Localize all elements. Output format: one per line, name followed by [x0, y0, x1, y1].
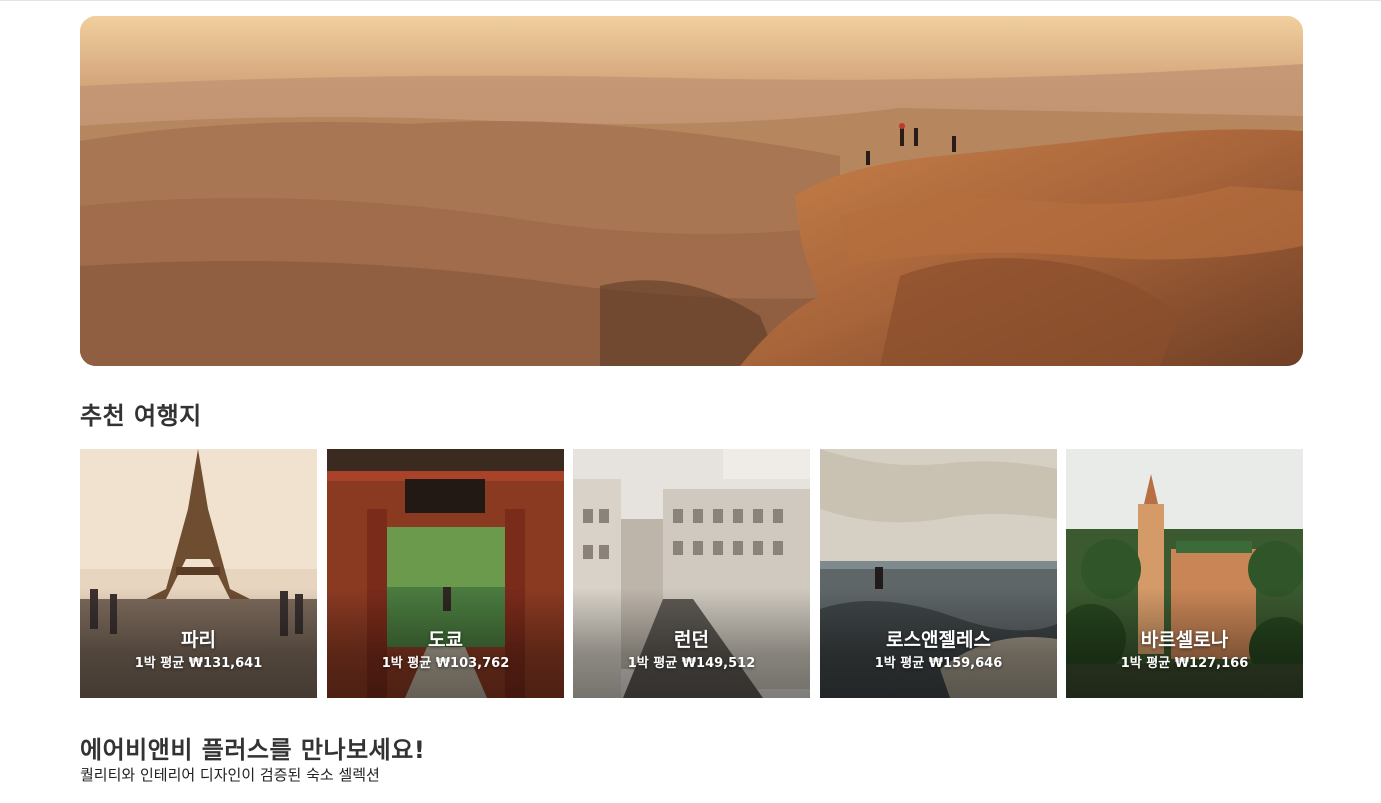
destination-card-barcelona[interactable]: 바르셀로나 1박 평균 ₩127,166	[1066, 449, 1303, 698]
section-title: 추천 여행지	[80, 402, 202, 430]
city-name: 바르셀로나	[1140, 629, 1229, 651]
city-price: 1박 평균 ₩131,641	[134, 656, 263, 671]
city-price: 1박 평균 ₩127,166	[1120, 656, 1249, 671]
destination-card-los-angeles[interactable]: 로스앤젤레스 1박 평균 ₩159,646	[820, 449, 1057, 698]
destination-card-london[interactable]: 런던 1박 평균 ₩149,512	[573, 449, 810, 698]
city-name: 로스앤젤레스	[886, 629, 991, 651]
plus-section-title: 에어비앤비 플러스를 만나보세요!	[80, 736, 426, 764]
hero-image	[80, 16, 1303, 366]
city-price: 1박 평균 ₩149,512	[627, 656, 756, 671]
city-name: 파리	[181, 629, 216, 651]
top-divider	[0, 0, 1381, 1]
plus-section-subtitle: 퀄리티와 인테리어 디자인이 검증된 숙소 셀렉션	[80, 766, 380, 784]
destination-card-tokyo[interactable]: 도쿄 1박 평균 ₩103,762	[327, 449, 564, 698]
desert-landscape-illustration	[80, 16, 1303, 366]
destination-card-paris[interactable]: 파리 1박 평균 ₩131,641	[80, 449, 317, 698]
city-price: 1박 평균 ₩159,646	[874, 656, 1003, 671]
destination-cards: 파리 1박 평균 ₩131,641 도쿄 1박 평균 ₩103,762 런던 1…	[80, 449, 1303, 699]
city-name: 도쿄	[428, 629, 463, 651]
city-name: 런던	[674, 629, 709, 651]
city-price: 1박 평균 ₩103,762	[381, 656, 510, 671]
